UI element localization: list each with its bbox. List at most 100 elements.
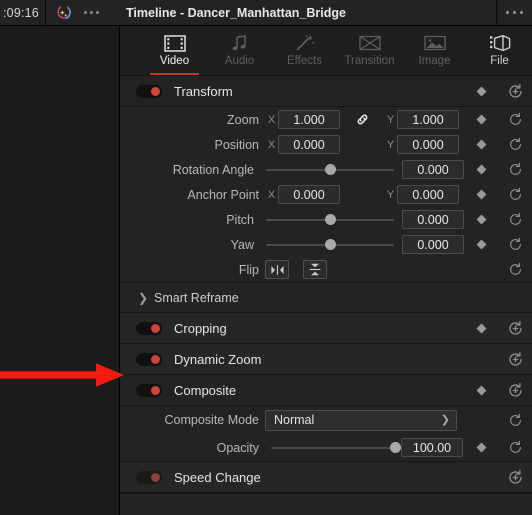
slider-thumb[interactable] xyxy=(390,442,401,453)
section-title: Speed Change xyxy=(174,469,261,485)
opacity-input[interactable]: 100.00 xyxy=(401,438,463,457)
ellipsis-icon[interactable] xyxy=(83,11,99,14)
position-y-input[interactable]: 0.000 xyxy=(397,135,459,154)
row-rotation-angle: Rotation Angle 0.000 xyxy=(120,157,532,182)
reset-icon[interactable] xyxy=(498,137,532,152)
section-header-speed-change[interactable]: Speed Change xyxy=(120,462,532,493)
section-header-transform[interactable]: Transform xyxy=(120,76,532,107)
diamond-keyframe-icon[interactable] xyxy=(464,214,498,225)
section-actions xyxy=(464,351,532,368)
row-position: Position X 0.000 Y 0.000 xyxy=(120,132,532,157)
film-strip-icon xyxy=(162,33,188,53)
position-x-input[interactable]: 0.000 xyxy=(278,135,340,154)
reset-icon[interactable] xyxy=(498,440,532,455)
timecode-display: :09:16 xyxy=(3,5,39,20)
row-yaw: Yaw 0.000 xyxy=(120,232,532,257)
flip-vertical-icon[interactable] xyxy=(303,260,327,279)
reset-plus-icon[interactable] xyxy=(498,83,532,100)
diamond-keyframe-icon[interactable] xyxy=(464,86,498,96)
yaw-slider[interactable] xyxy=(266,235,394,254)
diamond-keyframe-icon[interactable] xyxy=(464,164,498,175)
section-header-composite[interactable]: Composite xyxy=(120,375,532,406)
dynamic-zoom-enable-toggle[interactable] xyxy=(136,352,162,366)
reset-plus-icon[interactable] xyxy=(498,351,532,368)
section-actions xyxy=(464,320,532,337)
cropping-enable-toggle[interactable] xyxy=(136,321,162,335)
section-header-smart-reframe[interactable]: ❯ Smart Reframe xyxy=(120,283,532,313)
diamond-keyframe-icon[interactable] xyxy=(464,189,498,200)
composite-mode-select[interactable]: Normal ❯ xyxy=(265,409,457,431)
section-header-dynamic-zoom[interactable]: Dynamic Zoom xyxy=(120,344,532,375)
pitch-input[interactable]: 0.000 xyxy=(402,210,464,229)
transform-enable-toggle[interactable] xyxy=(136,84,162,98)
tab-effects[interactable]: Effects xyxy=(272,26,337,75)
flip-horizontal-icon[interactable] xyxy=(265,260,289,279)
reset-icon[interactable] xyxy=(498,212,532,227)
diamond-keyframe-icon[interactable] xyxy=(464,385,498,395)
dot xyxy=(89,11,93,14)
row-label: Yaw xyxy=(230,237,254,252)
section-title: Cropping xyxy=(174,320,227,336)
chevron-right-icon[interactable]: ❯ xyxy=(138,292,154,304)
reset-icon[interactable] xyxy=(498,413,532,428)
row-actions xyxy=(498,413,532,428)
tab-audio[interactable]: Audio xyxy=(207,26,272,75)
opacity-slider[interactable] xyxy=(271,438,401,457)
axis-label-y: Y xyxy=(386,113,395,126)
pitch-slider[interactable] xyxy=(266,210,394,229)
rotation-angle-input[interactable]: 0.000 xyxy=(402,160,464,179)
left-empty-pane: :09:16 xyxy=(0,0,120,515)
slider-thumb[interactable] xyxy=(324,214,336,225)
diamond-keyframe-icon[interactable] xyxy=(464,114,498,125)
reset-plus-icon[interactable] xyxy=(498,469,532,486)
diamond-keyframe-icon[interactable] xyxy=(464,139,498,150)
anchor-point-y-input[interactable]: 0.000 xyxy=(397,185,459,204)
picture-icon xyxy=(422,33,448,53)
diamond-keyframe-icon[interactable] xyxy=(464,239,498,250)
page-title: Timeline - Dancer_Manhattan_Bridge xyxy=(126,5,346,20)
reset-icon[interactable] xyxy=(498,112,532,127)
toggle-knob xyxy=(151,86,160,96)
ellipsis-icon[interactable] xyxy=(497,11,532,14)
axis-label-x: X xyxy=(267,138,276,151)
link-chain-icon[interactable] xyxy=(340,112,384,127)
anchor-point-x-input[interactable]: 0.000 xyxy=(278,185,340,204)
row-actions xyxy=(464,237,532,252)
dot xyxy=(520,11,523,14)
row-label: Zoom xyxy=(227,112,259,127)
tab-file[interactable]: File xyxy=(467,26,532,75)
magic-sparkle-icon[interactable] xyxy=(54,3,74,23)
row-pitch: Pitch 0.000 xyxy=(120,207,532,232)
rotation-angle-slider[interactable] xyxy=(266,160,394,179)
tab-label: Transition xyxy=(344,55,395,68)
diamond-keyframe-icon[interactable] xyxy=(464,442,498,453)
reset-icon[interactable] xyxy=(498,187,532,202)
inspector-header: Timeline - Dancer_Manhattan_Bridge xyxy=(120,0,532,26)
reset-icon[interactable] xyxy=(498,162,532,177)
row-actions xyxy=(464,212,532,227)
slider-thumb[interactable] xyxy=(324,239,336,250)
inspector-body[interactable]: Transform Zoom X 1.000 Y 1.000 Position … xyxy=(120,76,532,514)
reset-icon[interactable] xyxy=(498,237,532,252)
axis-label-x: X xyxy=(267,113,276,126)
yaw-input[interactable]: 0.000 xyxy=(402,235,464,254)
zoom-y-input[interactable]: 1.000 xyxy=(397,110,459,129)
toolbar-divider xyxy=(44,0,46,26)
tab-video[interactable]: Video xyxy=(142,26,207,75)
row-composite-mode: Composite Mode Normal ❯ xyxy=(120,406,532,434)
tab-transition[interactable]: Transition xyxy=(337,26,402,75)
header-right-group xyxy=(496,0,532,26)
diamond-keyframe-icon[interactable] xyxy=(464,323,498,333)
section-header-cropping[interactable]: Cropping xyxy=(120,313,532,344)
reset-plus-icon[interactable] xyxy=(498,382,532,399)
row-actions xyxy=(464,137,532,152)
slider-thumb[interactable] xyxy=(324,164,336,175)
reset-icon[interactable] xyxy=(498,262,532,277)
row-opacity: Opacity 100.00 xyxy=(120,434,532,461)
tab-image[interactable]: Image xyxy=(402,26,467,75)
tab-label: Audio xyxy=(224,55,255,68)
composite-enable-toggle[interactable] xyxy=(136,383,162,397)
reset-plus-icon[interactable] xyxy=(498,320,532,337)
zoom-x-input[interactable]: 1.000 xyxy=(278,110,340,129)
speed-change-enable-toggle[interactable] xyxy=(136,470,162,484)
